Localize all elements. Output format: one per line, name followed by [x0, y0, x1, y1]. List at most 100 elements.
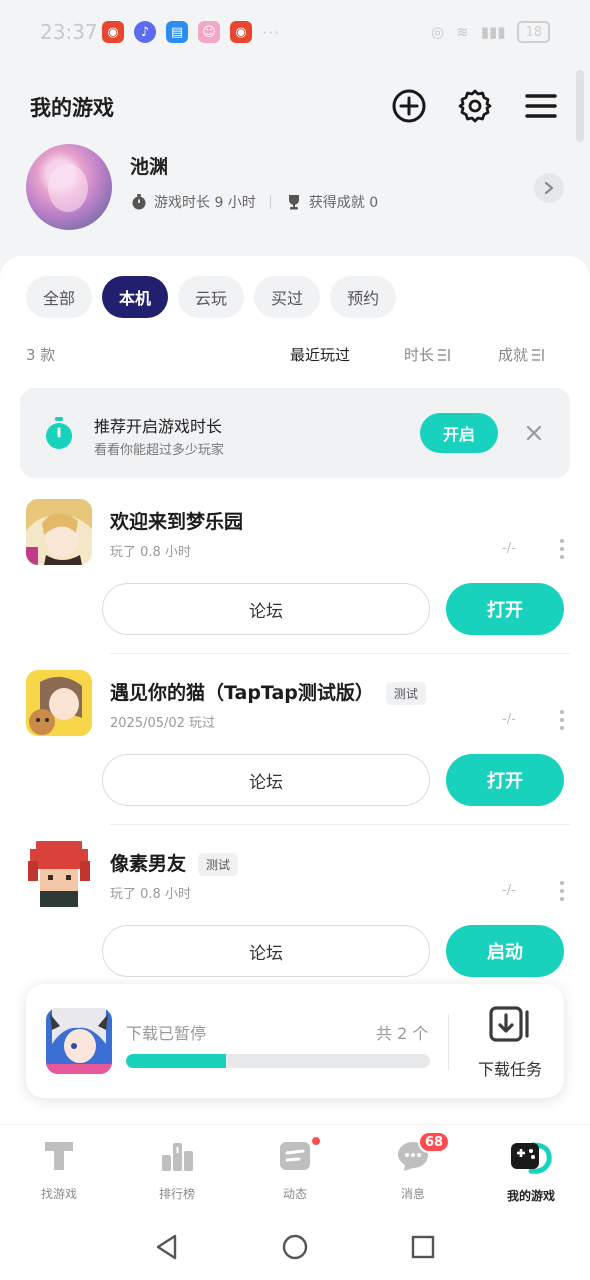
- game-title-text: 欢迎来到梦乐园: [110, 511, 244, 533]
- back-icon[interactable]: [153, 1233, 181, 1261]
- stopwatch-icon: [46, 417, 72, 449]
- banner-title: 推荐开启游戏时长: [94, 417, 223, 436]
- anime-app-icon: ☺: [198, 21, 220, 43]
- download-progress-bar: [126, 1054, 430, 1068]
- open-game-button[interactable]: 打开: [446, 583, 564, 635]
- page-title: 我的游戏: [30, 96, 114, 120]
- game-icon[interactable]: [26, 670, 92, 736]
- bottom-nav: 找游戏 排行榜 动态 68 消息 我的游戏: [0, 1124, 590, 1214]
- sort-achievement[interactable]: 成就: [498, 344, 545, 365]
- achievement-progress: -/-: [502, 541, 516, 556]
- signal-icon: ▮▮▮: [480, 23, 506, 41]
- sort-recent[interactable]: 最近玩过: [290, 344, 350, 365]
- forum-button[interactable]: 论坛: [102, 583, 430, 635]
- row-divider: [110, 824, 570, 825]
- notification-dot: [310, 1135, 322, 1147]
- nav-label: 消息: [400, 1187, 425, 1201]
- top-header: 我的游戏: [0, 76, 590, 136]
- my-games-icon: [511, 1142, 552, 1174]
- beta-tag: 测试: [198, 853, 239, 876]
- nav-label: 找游戏: [40, 1187, 77, 1201]
- game-item: 欢迎来到梦乐园 玩了 0.8 小时 -/- 论坛 打开: [0, 499, 590, 654]
- game-item: 像素男友 测试 玩了 0.8 小时 -/- 论坛 启动: [0, 841, 590, 996]
- game-cover-image: [26, 841, 92, 907]
- status-bar: 23:37 ◉ ♪ ▤ ☺ ◉ ··· ◎ ≋ ▮▮▮ 18: [0, 0, 590, 64]
- game-title-text: 像素男友: [110, 853, 187, 875]
- weibo-icon: ◉: [230, 21, 252, 43]
- game-cover-image: [46, 1008, 112, 1074]
- music-icon: ♪: [134, 21, 156, 43]
- plus-circle-icon: [392, 89, 426, 123]
- user-name[interactable]: 池渊: [130, 152, 168, 179]
- recents-icon[interactable]: [409, 1233, 437, 1261]
- nav-my-games[interactable]: 我的游戏: [472, 1125, 590, 1214]
- profile-stats: 游戏时长 9 小时 获得成就 0: [130, 192, 378, 212]
- download-status: 下载已暂停: [126, 1024, 207, 1043]
- game-item: 遇见你的猫（TapTap测试版） 测试 2025/05/02 玩过 -/- 论坛 …: [0, 670, 590, 825]
- game-icon[interactable]: [26, 499, 92, 565]
- nav-find-games[interactable]: 找游戏: [0, 1125, 118, 1214]
- more-options-button[interactable]: [554, 881, 570, 901]
- game-meta: 玩了 0.8 小时: [110, 545, 191, 560]
- nav-feed[interactable]: 动态: [236, 1125, 354, 1214]
- forum-button[interactable]: 论坛: [102, 925, 430, 977]
- filter-local[interactable]: 本机: [102, 276, 169, 318]
- eye-icon: ◎: [431, 23, 445, 41]
- filter-reserved[interactable]: 预约: [330, 276, 397, 318]
- sort-icon: [438, 348, 450, 361]
- sort-playtime-label: 时长: [404, 346, 435, 364]
- list-header: 3 款 最近玩过 时长 成就: [26, 342, 566, 366]
- unread-badge: 68: [418, 1131, 451, 1153]
- profile-detail-button[interactable]: [534, 173, 564, 203]
- game-cover-image: [26, 499, 92, 565]
- enable-playtime-button[interactable]: 开启: [420, 413, 498, 453]
- more-notifications-icon: ···: [262, 22, 281, 42]
- game-meta: 玩了 0.8 小时: [110, 887, 191, 902]
- more-options-button[interactable]: [554, 710, 570, 730]
- open-game-button[interactable]: 打开: [446, 754, 564, 806]
- game-icon[interactable]: [26, 841, 92, 907]
- playtime-banner: 推荐开启游戏时长 看看你能超过多少玩家 开启: [20, 388, 570, 478]
- settings-button[interactable]: [455, 86, 495, 126]
- add-game-button[interactable]: [389, 86, 429, 126]
- scrollbar[interactable]: [576, 70, 584, 142]
- achievement-progress: -/-: [502, 883, 516, 898]
- system-nav-bar: [0, 1214, 590, 1280]
- game-title[interactable]: 欢迎来到梦乐园: [110, 507, 243, 534]
- download-tasks-button[interactable]: 下载任务: [470, 1006, 550, 1086]
- nav-ranking[interactable]: 排行榜: [118, 1125, 236, 1214]
- achievement-stat: 获得成就 0: [308, 195, 379, 211]
- stopwatch-icon: [132, 194, 146, 210]
- sort-icon: [532, 348, 544, 361]
- nav-messages[interactable]: 68 消息: [354, 1125, 472, 1214]
- menu-button[interactable]: [521, 86, 561, 126]
- sort-achievement-label: 成就: [498, 346, 529, 364]
- download-panel[interactable]: 下载已暂停 共 2 个 下载任务: [26, 984, 564, 1098]
- download-tasks-label: 下载任务: [477, 1060, 542, 1079]
- game-title[interactable]: 遇见你的猫（TapTap测试版） 测试: [110, 678, 426, 705]
- close-banner-button[interactable]: [522, 421, 546, 445]
- game-count: 3 款: [26, 346, 56, 364]
- row-divider: [110, 653, 570, 654]
- divider: [269, 195, 271, 209]
- sort-recent-label: 最近玩过: [290, 346, 351, 364]
- home-icon[interactable]: [281, 1233, 309, 1261]
- launch-game-button[interactable]: 启动: [446, 925, 564, 977]
- filter-all[interactable]: 全部: [26, 276, 93, 318]
- battery-icon: 18: [517, 21, 550, 43]
- more-options-button[interactable]: [554, 539, 570, 559]
- forum-button[interactable]: 论坛: [102, 754, 430, 806]
- filter-purchased[interactable]: 买过: [254, 276, 321, 318]
- beta-tag: 测试: [385, 682, 426, 705]
- taptap-icon: [45, 1142, 73, 1170]
- avatar[interactable]: [26, 144, 112, 230]
- status-time: 23:37: [40, 20, 98, 44]
- game-meta: 2025/05/02 玩过: [110, 716, 216, 731]
- hamburger-menu-icon: [525, 94, 557, 118]
- playtime-stat: 游戏时长 9 小时: [154, 195, 256, 211]
- sort-playtime[interactable]: 时长: [404, 344, 451, 365]
- banner-subtitle: 看看你能超过多少玩家: [94, 443, 225, 458]
- download-progress-fill: [126, 1054, 227, 1068]
- filter-cloud[interactable]: 云玩: [178, 276, 245, 318]
- game-title[interactable]: 像素男友 测试: [110, 849, 239, 876]
